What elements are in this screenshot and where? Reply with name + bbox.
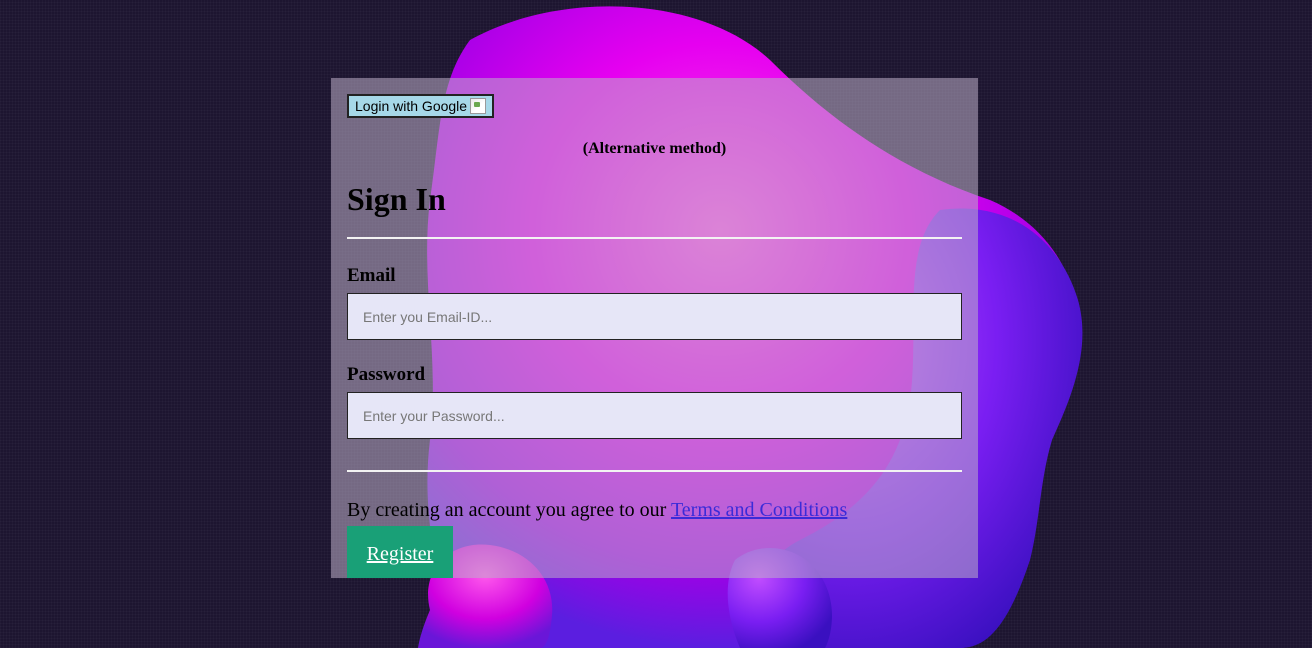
google-button-label: Login with Google (355, 98, 468, 114)
alternative-method-text: (Alternative method) (582, 140, 727, 157)
broken-image-icon (470, 98, 487, 114)
password-label: Password (347, 364, 426, 385)
divider-top (347, 237, 962, 239)
login-with-google-button[interactable]: Login with Google (347, 94, 495, 118)
register-button[interactable]: Register (347, 526, 453, 578)
agreement-text: By creating an account you agree to our … (347, 497, 962, 523)
sign-in-card: Login with Google (Alternative method) S… (331, 78, 978, 578)
page-title: Sign In (347, 181, 446, 217)
divider-bottom (347, 470, 962, 472)
email-input[interactable] (347, 293, 962, 340)
agreement-prefix: By creating an account you agree to our (347, 499, 671, 521)
terms-and-conditions-link[interactable]: Terms and Conditions (671, 499, 847, 521)
email-label: Email (347, 265, 396, 286)
password-input[interactable] (347, 392, 962, 439)
